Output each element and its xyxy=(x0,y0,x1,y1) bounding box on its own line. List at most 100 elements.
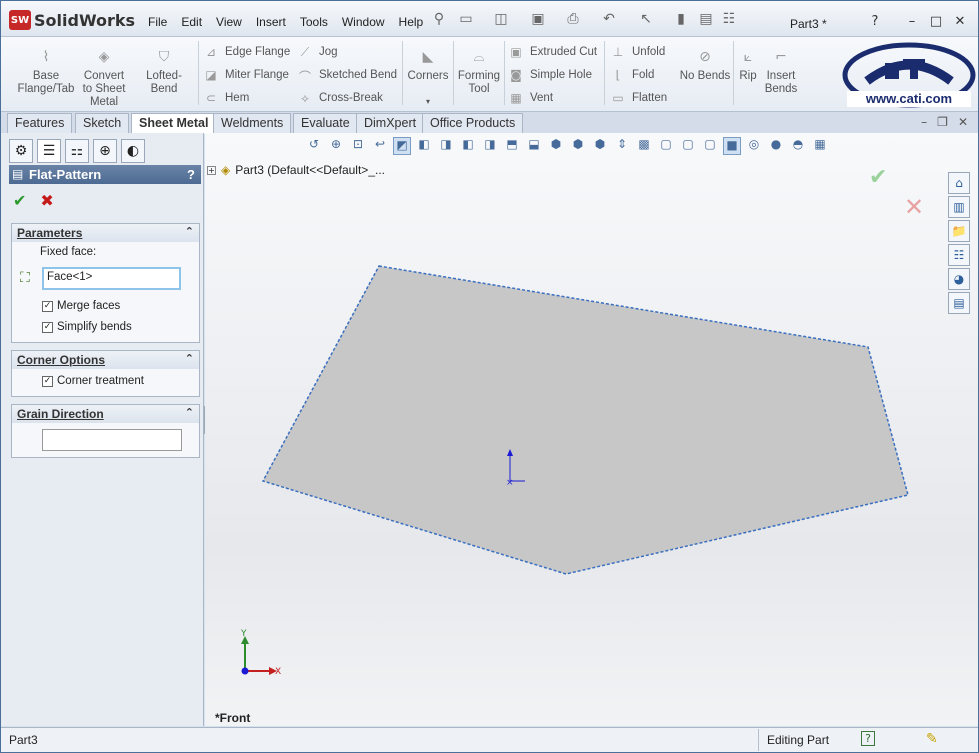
menu-file[interactable]: File xyxy=(142,13,173,31)
display-manager-tab-icon[interactable]: ◐ xyxy=(121,139,145,163)
view-bottom-icon[interactable]: ⬓ xyxy=(525,137,543,155)
confirm-corner-cancel-icon[interactable]: ✕ xyxy=(904,193,924,221)
view-left-icon[interactable]: ◧ xyxy=(459,137,477,155)
doc-minimize-icon[interactable]: – xyxy=(921,115,927,129)
rip-button[interactable]: ⟀ Rip xyxy=(736,50,760,83)
menu-window[interactable]: Window xyxy=(336,13,391,31)
property-manager-tab-icon[interactable]: ☰ xyxy=(37,139,61,163)
solidworks-logo[interactable]: SW SolidWorks xyxy=(9,9,135,31)
miter-flange-button[interactable]: ◪ Miter Flange xyxy=(203,68,289,82)
view-front-icon[interactable]: ◧ xyxy=(415,137,433,155)
unfold-button[interactable]: ⊥ Unfold xyxy=(610,45,665,59)
corner-treatment-checkbox[interactable]: ✓ Corner treatment xyxy=(42,375,144,387)
zoom-to-fit-icon[interactable]: ⊕ xyxy=(327,137,345,155)
menu-tools[interactable]: Tools xyxy=(294,13,334,31)
file-explorer-icon[interactable]: 📁 xyxy=(948,220,970,242)
feature-tree-flyout[interactable]: + ◈ Part3 (Default<<Default>_... xyxy=(207,163,385,177)
hide-show-items-icon[interactable]: ◎ xyxy=(745,137,763,155)
tab-sheet-metal[interactable]: Sheet Metal xyxy=(131,113,217,134)
print-icon[interactable]: ⎙ xyxy=(563,11,583,29)
previous-view-arrow-icon[interactable]: ↩ xyxy=(371,137,389,155)
convert-sheet-metal-button[interactable]: ◈ Convert to Sheet Metal xyxy=(81,50,127,109)
zoom-to-area-icon[interactable]: ⊡ xyxy=(349,137,367,155)
help-menu-icon[interactable]: ? xyxy=(867,14,883,29)
ok-check-icon[interactable]: ✔ xyxy=(13,191,26,210)
tab-office-products[interactable]: Office Products xyxy=(422,113,524,133)
hidden-lines-visible-icon[interactable]: ▢ xyxy=(657,137,675,155)
view-back-icon[interactable]: ◨ xyxy=(437,137,455,155)
doc-close-icon[interactable]: ✕ xyxy=(958,115,968,129)
previous-view-icon[interactable]: ↺ xyxy=(305,137,323,155)
corners-dropdown-icon[interactable]: ▾ xyxy=(406,95,450,108)
extruded-cut-button[interactable]: ▣ Extruded Cut xyxy=(508,45,597,59)
insert-bends-button[interactable]: ⌐ Insert Bends xyxy=(761,50,801,96)
tab-evaluate[interactable]: Evaluate xyxy=(293,113,358,133)
hidden-lines-removed-icon[interactable]: ▢ xyxy=(679,137,697,155)
fixed-face-field[interactable]: Face<1> xyxy=(42,267,181,290)
maximize-icon[interactable]: □ xyxy=(928,14,944,29)
menu-edit[interactable]: Edit xyxy=(175,13,208,31)
graphics-area[interactable]: ↺ ⊕ ⊡ ↩ ◩ ◧ ◨ ◧ ◨ ⬒ ⬓ ⬢ ⬢ ⬢ ⇕ ▩ ▢ ▢ ▢ ■ … xyxy=(205,133,978,726)
menu-view[interactable]: View xyxy=(210,13,248,31)
apply-scene-icon[interactable]: ◓ xyxy=(789,137,807,155)
fold-button[interactable]: ⌊ Fold xyxy=(610,68,655,82)
forming-tool-button[interactable]: ⌓ Forming Tool xyxy=(457,50,501,96)
cancel-x-icon[interactable]: ✖ xyxy=(40,191,53,210)
jog-button[interactable]: ⟋ Jog xyxy=(297,45,338,59)
view-top-icon[interactable]: ⬒ xyxy=(503,137,521,155)
normal-to-icon[interactable]: ⇕ xyxy=(613,137,631,155)
save-icon[interactable]: ▣ xyxy=(528,11,548,29)
collapse-chevron-icon[interactable]: ⌃ xyxy=(185,352,194,365)
shaded-icon[interactable]: ■ xyxy=(723,137,741,155)
open-icon[interactable]: ◫ xyxy=(491,11,511,29)
lofted-bend-button[interactable]: ⛉ Lofted-Bend xyxy=(133,50,195,96)
options-icon[interactable]: ☷ xyxy=(719,11,739,29)
corners-button[interactable]: ◣ Corners ▾ xyxy=(406,50,450,108)
no-bends-button[interactable]: ⊘ No Bends xyxy=(679,50,731,83)
tab-weldments[interactable]: Weldments xyxy=(213,113,292,133)
section-view-icon[interactable]: ◩ xyxy=(393,137,411,155)
pin-icon[interactable]: ⚲ xyxy=(429,11,449,29)
menu-help[interactable]: Help xyxy=(393,13,430,31)
base-flange-button[interactable]: ⌇ Base Flange/Tab xyxy=(17,50,75,96)
view-palette-icon[interactable]: ☷ xyxy=(948,244,970,266)
collapse-chevron-icon[interactable]: ⌃ xyxy=(185,406,194,419)
help-button[interactable]: ? xyxy=(187,167,195,182)
view-iso-icon[interactable]: ⬢ xyxy=(547,137,565,155)
parameters-group-header[interactable]: Parameters ⌃ xyxy=(12,224,199,242)
appearances-icon[interactable]: ◕ xyxy=(948,268,970,290)
view-settings-icon[interactable]: ▦ xyxy=(811,137,829,155)
expand-plus-icon[interactable]: + xyxy=(207,165,216,175)
grain-direction-group-header[interactable]: Grain Direction ⌃ xyxy=(12,405,199,423)
menu-insert[interactable]: Insert xyxy=(250,13,292,31)
status-pencil-icon[interactable]: ✎ xyxy=(926,731,938,747)
confirm-corner-check-icon[interactable]: ✔ xyxy=(869,165,887,190)
file-properties-icon[interactable]: ▤ xyxy=(696,11,716,29)
wireframe-icon[interactable]: ▩ xyxy=(635,137,653,155)
merge-faces-checkbox[interactable]: ✓ Merge faces xyxy=(42,300,120,312)
select-icon[interactable]: ↖ xyxy=(636,11,656,29)
tab-sketch[interactable]: Sketch xyxy=(75,113,130,133)
custom-properties-icon[interactable]: ▤ xyxy=(948,292,970,314)
view-right-icon[interactable]: ◨ xyxy=(481,137,499,155)
edge-flange-button[interactable]: ⊿ Edge Flange xyxy=(203,45,290,59)
close-icon[interactable]: ✕ xyxy=(952,14,968,29)
doc-restore-icon[interactable]: ❐ xyxy=(937,115,948,129)
tab-features[interactable]: Features xyxy=(7,113,73,133)
new-document-icon[interactable]: ▭ xyxy=(456,11,476,29)
flatten-button[interactable]: ▭ Flatten xyxy=(610,91,667,105)
simplify-bends-checkbox[interactable]: ✓ Simplify bends xyxy=(42,321,132,333)
corner-options-group-header[interactable]: Corner Options ⌃ xyxy=(12,351,199,369)
grain-direction-field[interactable] xyxy=(42,429,182,451)
tab-dimxpert[interactable]: DimXpert xyxy=(356,113,425,133)
feature-manager-tab-icon[interactable]: ⚙ xyxy=(9,139,33,163)
hem-button[interactable]: ⊂ Hem xyxy=(203,91,249,105)
dimxpert-manager-tab-icon[interactable]: ⊕ xyxy=(93,139,117,163)
undo-icon[interactable]: ↶ xyxy=(599,11,619,29)
sketched-bend-button[interactable]: ⌒ Sketched Bend xyxy=(297,68,397,84)
design-library-icon[interactable]: ▥ xyxy=(948,196,970,218)
vent-button[interactable]: ▦ Vent xyxy=(508,91,553,105)
collapse-chevron-icon[interactable]: ⌃ xyxy=(185,225,194,238)
cross-break-button[interactable]: ⟡ Cross-Break xyxy=(297,91,383,105)
edit-appearance-icon[interactable]: ● xyxy=(767,137,785,155)
